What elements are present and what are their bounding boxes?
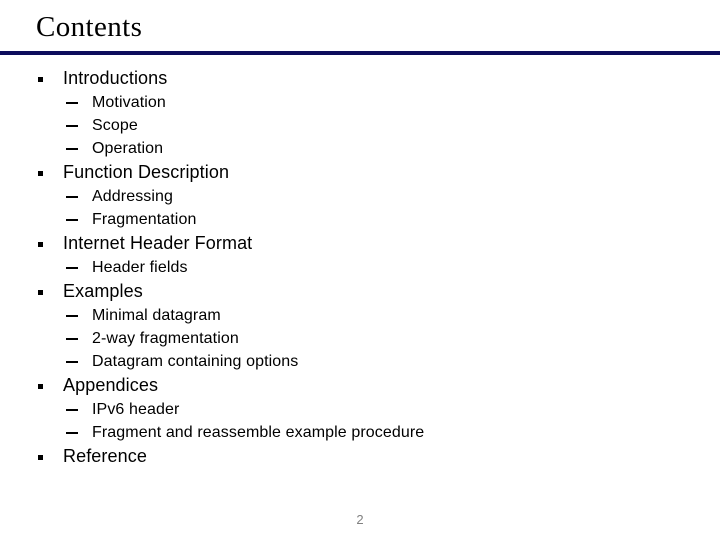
outline-subitem-label: Fragment and reassemble example procedur… [92, 424, 425, 441]
square-bullet-icon [38, 242, 43, 247]
dash-bullet-icon [66, 315, 78, 317]
outline-subitem-label: Motivation [92, 94, 166, 111]
title-divider [0, 51, 720, 55]
outline-item-label: Reference [63, 446, 147, 466]
dash-bullet-icon [66, 432, 78, 434]
outline-subitem-label: Operation [92, 140, 164, 157]
dash-bullet-icon [66, 196, 78, 198]
outline-subitem-addressing[interactable]: Addressing [0, 185, 720, 208]
outline-subitem-operation[interactable]: Operation [0, 137, 720, 160]
outline-item-introductions[interactable]: Introductions [0, 66, 720, 91]
contents-outline-list: Introductions Motivation Scope Operation… [0, 66, 720, 469]
outline-subitem-minimal-datagram[interactable]: Minimal datagram [0, 304, 720, 327]
outline-item-label: Introductions [63, 68, 168, 88]
outline-subitem-label: 2-way fragmentation [92, 330, 239, 347]
outline-subitem-label: Addressing [92, 188, 174, 205]
outline-subitem-label: Fragmentation [92, 211, 197, 228]
square-bullet-icon [38, 171, 43, 176]
square-bullet-icon [38, 455, 43, 460]
outline-subitem-label: Header fields [92, 259, 188, 276]
square-bullet-icon [38, 290, 43, 295]
outline-subitem-header-fields[interactable]: Header fields [0, 256, 720, 279]
square-bullet-icon [38, 384, 43, 389]
outline-subitem-motivation[interactable]: Motivation [0, 91, 720, 114]
dash-bullet-icon [66, 338, 78, 340]
outline-subitem-label: Minimal datagram [92, 307, 221, 324]
outline-item-label: Internet Header Format [63, 233, 253, 253]
outline-subitem-label: IPv6 header [92, 401, 180, 418]
outline-subitem-fragmentation[interactable]: Fragmentation [0, 208, 720, 231]
dash-bullet-icon [66, 267, 78, 269]
outline-subitem-label: Datagram containing options [92, 353, 299, 370]
square-bullet-icon [38, 77, 43, 82]
outline-item-examples[interactable]: Examples [0, 279, 720, 304]
outline-item-internet-header-format[interactable]: Internet Header Format [0, 231, 720, 256]
page-number: 2 [356, 512, 364, 527]
outline-subitem-datagram-containing-options[interactable]: Datagram containing options [0, 350, 720, 373]
outline-subitem-2-way-fragmentation[interactable]: 2-way fragmentation [0, 327, 720, 350]
outline-subitem-scope[interactable]: Scope [0, 114, 720, 137]
outline-item-label: Appendices [63, 375, 159, 395]
outline-item-appendices[interactable]: Appendices [0, 373, 720, 398]
dash-bullet-icon [66, 125, 78, 127]
slide: Contents Introductions Motivation Scope … [0, 0, 720, 540]
outline-item-label: Examples [63, 281, 143, 301]
outline-item-label: Function Description [63, 162, 230, 182]
outline-subitem-ipv6-header[interactable]: IPv6 header [0, 398, 720, 421]
page-title: Contents [36, 11, 143, 43]
dash-bullet-icon [66, 219, 78, 221]
outline-subitem-fragment-and-reassemble-example-procedure[interactable]: Fragment and reassemble example procedur… [0, 421, 720, 444]
dash-bullet-icon [66, 409, 78, 411]
outline-subitem-label: Scope [92, 117, 138, 134]
dash-bullet-icon [66, 148, 78, 150]
dash-bullet-icon [66, 361, 78, 363]
outline-item-function-description[interactable]: Function Description [0, 160, 720, 185]
outline-item-reference[interactable]: Reference [0, 444, 720, 469]
dash-bullet-icon [66, 102, 78, 104]
